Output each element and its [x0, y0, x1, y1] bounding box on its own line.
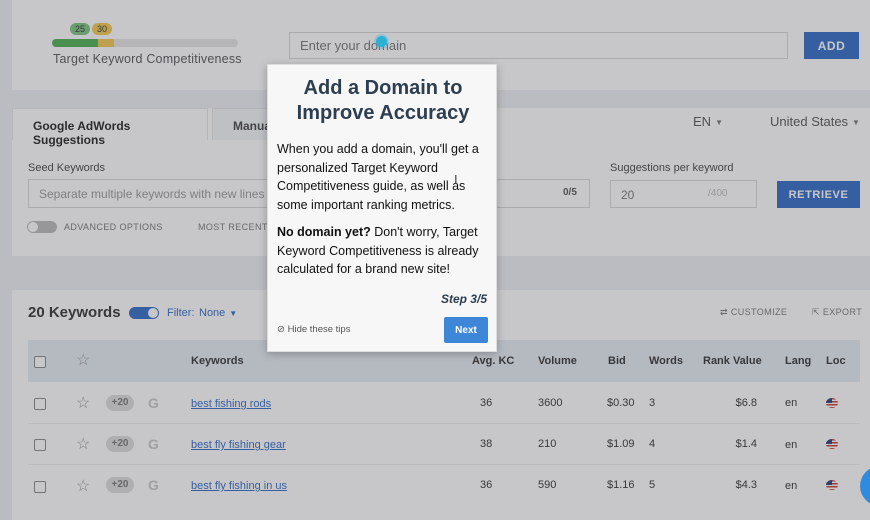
tour-tooltip: Add a Domain to Improve Accuracy When yo… [267, 64, 497, 352]
tooltip-body: When you add a domain, you'll get a pers… [277, 142, 479, 212]
text-cursor-icon: I [454, 172, 458, 187]
tooltip-note-bold: No domain yet? [277, 225, 371, 239]
hide-tips-link[interactable]: ⊘ Hide these tips [277, 324, 350, 335]
hide-icon: ⊘ [277, 324, 288, 335]
tooltip-note: No domain yet? Don't worry, Target Keywo… [277, 223, 492, 279]
next-button[interactable]: Next [444, 317, 488, 343]
tooltip-title: Add a Domain to Improve Accuracy [296, 77, 470, 124]
tour-beacon [376, 36, 387, 47]
tooltip-step: Step 3/5 [440, 292, 487, 306]
hide-tips-label: Hide these tips [287, 324, 351, 335]
